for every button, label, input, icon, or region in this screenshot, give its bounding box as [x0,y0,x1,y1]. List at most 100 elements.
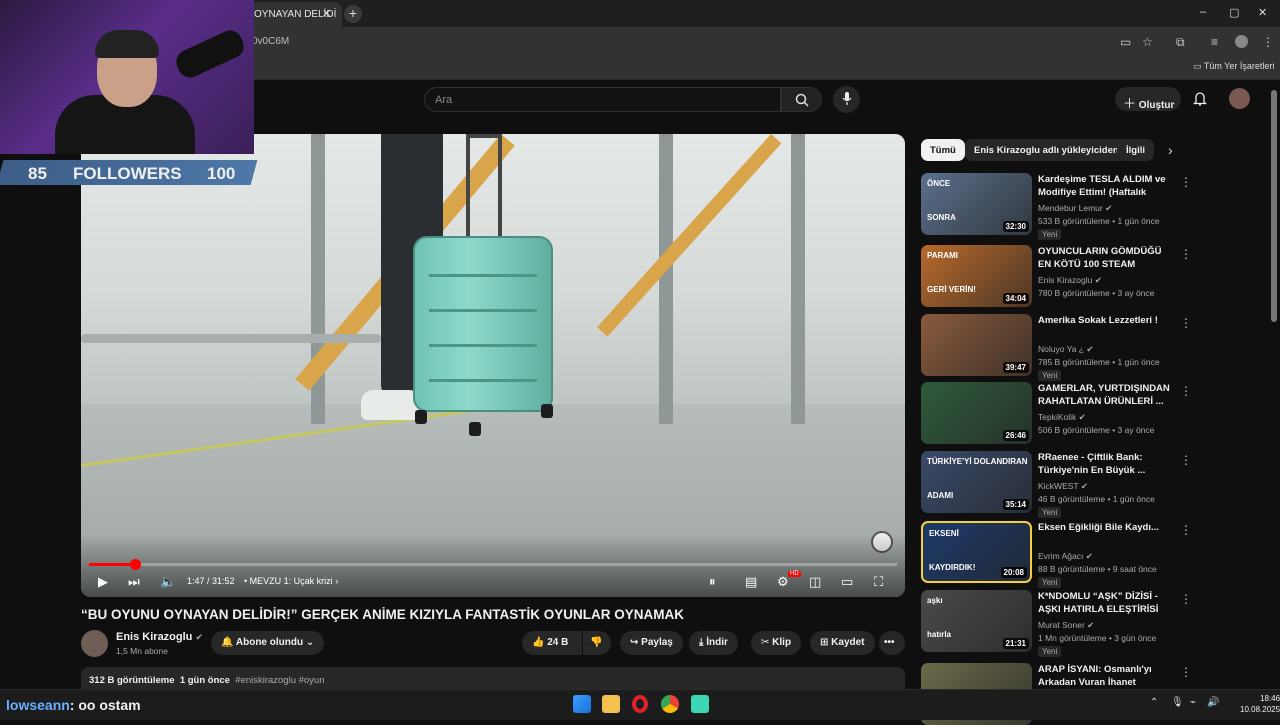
minimize-button[interactable]: – [1200,6,1206,18]
video-title-link[interactable]: ARAP İSYANI: Osmanlı'yı Arkadan Vuran İh… [1038,663,1172,689]
video-title-link[interactable]: GAMERLAR, YURTDIŞINDAN RAHATLATAN ÜRÜNLE… [1038,382,1172,408]
video-thumbnail[interactable]: 26:46 [921,382,1032,444]
chip-from-uploader[interactable]: Enis Kirazoglu adlı yükleyiciden [965,139,1128,161]
save-button[interactable]: ⊞ Kaydet [810,631,875,655]
new-tab-button[interactable]: + [344,5,362,23]
video-menu-button[interactable]: ⋮ [1180,384,1192,398]
video-menu-button[interactable]: ⋮ [1180,523,1192,537]
play-button[interactable]: ▶ [98,574,108,590]
settings-button[interactable]: ⚙ [777,574,789,590]
video-title-link[interactable]: Kardeşime TESLA ALDIM ve Modifiye Ettim!… [1038,173,1172,199]
kebab-icon: ⋮ [1180,665,1192,679]
share-button[interactable]: ↪ Paylaş [620,631,683,655]
windows-start-icon[interactable] [573,695,591,713]
video-title-link[interactable]: K*NDOMLU “AŞK” DİZİSİ - AŞKI HATIRLA ELE… [1038,590,1172,616]
thumbnail-text: ADAMI [927,491,954,500]
channel-name[interactable]: Enis Kirazoglu ✔ [116,631,203,643]
chip-all[interactable]: Tümü [921,139,965,161]
video-menu-button[interactable]: ⋮ [1180,316,1192,330]
video-channel[interactable]: Evrim Ağacı ✔ [1038,551,1093,562]
video-channel-name: Noluyo Ya ¿ [1038,344,1084,354]
stream-chat-message: lowseann: oo ostam [6,697,141,713]
video-menu-button[interactable]: ⋮ [1180,665,1192,679]
opera-icon[interactable] [632,695,648,713]
taskbar-clock[interactable]: 18:46 10.08.2025 [1240,693,1280,715]
description-meta: 312 B görüntüleme 1 gün önce #eniskirazo… [89,675,325,686]
download-button[interactable]: ⤓ İndir [689,631,738,655]
browser-menu-icon[interactable]: ⋮ [1262,35,1274,49]
video-thumbnail[interactable]: TÜRKİYE'Yİ DOLANDIRAN ADAMI 35:14 [921,451,1032,513]
account-avatar[interactable] [1229,88,1250,109]
reading-list-icon[interactable]: ≡ [1211,35,1218,49]
volume-tray-icon[interactable]: 🔊 [1207,697,1219,708]
video-title-link[interactable]: Amerika Sokak Lezzetleri ! [1038,314,1172,327]
video-channel[interactable]: Murat Soner ✔ [1038,620,1094,631]
video-thumbnail[interactable]: ÖNCE SONRA 32:30 [921,173,1032,235]
video-title-link[interactable]: Eksen Eğikliği Bile Kaydı... [1038,521,1172,534]
chip-related[interactable]: İlgili [1117,139,1154,161]
video-thumbnail[interactable]: EKSENİ KAYDIRDIK! 20:08 [921,521,1032,583]
voice-search-button[interactable] [833,86,860,113]
tray-mic-icon[interactable]: 🎙 [1171,697,1184,708]
dislike-button[interactable]: 👎 [583,631,611,655]
video-menu-button[interactable]: ⋮ [1180,175,1192,189]
video-channel[interactable]: Mendebur Lemur ✔ [1038,203,1112,214]
create-button[interactable]: ＋ Oluştur [1115,87,1181,111]
bookmark-star-icon[interactable]: ☆ [1142,35,1153,49]
video-thumbnail[interactable]: PARAMI GERİ VERİN! 34:04 [921,245,1032,307]
video-menu-button[interactable]: ⋮ [1180,247,1192,261]
volume-button[interactable]: 🔈 [160,574,176,590]
channel-name-text: Enis Kirazoglu [116,631,193,643]
tray-chevron-icon[interactable]: ⌃ [1150,697,1158,708]
video-channel[interactable]: KickWEST ✔ [1038,481,1088,492]
maximize-button[interactable]: ▢ [1229,6,1239,19]
channel-avatar[interactable] [81,630,108,657]
theater-icon: ▭ [841,574,854,589]
app-icon[interactable] [691,695,709,713]
clip-button[interactable]: ✂ Klip [751,631,802,655]
extensions-icon[interactable]: ⧉ [1176,35,1185,50]
fullscreen-button[interactable]: ⛶ [874,574,883,590]
chrome-icon[interactable] [661,695,679,713]
all-bookmarks[interactable]: ▭ Tüm Yer İşaretleri [1193,61,1274,72]
chapter-title[interactable]: • MEVZU 1: Uçak krizi › [244,576,338,586]
video-title-link[interactable]: OYUNCULARIN GÖMDÜĞÜ EN KÖTÜ 100 STEAM OY… [1038,245,1172,271]
miniplayer-button[interactable]: ◫ [809,574,821,590]
like-button[interactable]: 👍 24 B [522,631,582,655]
notifications-button[interactable] [1192,91,1208,111]
video-thumbnail[interactable]: 39:47 [921,314,1032,376]
video-thumbnail[interactable]: aşkı hatırla 21:31 [921,590,1032,652]
network-icon[interactable]: ⌁ [1190,697,1196,708]
video-menu-button[interactable]: ⋮ [1180,453,1192,467]
subtitles-button[interactable]: ▤ [745,574,757,590]
video-title: “BU OYUNU OYNAYAN DELİDİR!” GERÇEK ANİME… [81,607,685,622]
video-player[interactable]: ▶ ⏭ 🔈 1:47 / 31:52 • MEVZU 1: Uçak krizi… [81,134,905,597]
autoplay-toggle[interactable]: ⏸ [709,574,716,590]
close-window-button[interactable]: ✕ [1258,6,1267,19]
progress-scrubber[interactable] [130,559,142,570]
video-channel[interactable]: Enis Kirazoglu ✔ [1038,275,1102,286]
next-button[interactable]: ⏭ [128,574,140,590]
theater-button[interactable]: ▭ [841,574,853,590]
profile-icon[interactable] [1235,35,1248,48]
miniplayer-icon: ◫ [809,574,822,589]
progress-bar[interactable] [89,563,897,566]
hashtags[interactable]: #eniskirazoglu #oyun [235,675,324,686]
url-text[interactable]: 0v0C6M [252,36,289,47]
plus-icon: ＋ [1123,96,1137,111]
cast-icon[interactable]: ▭ [1120,35,1131,49]
video-channel[interactable]: TepkiKolik ✔ [1038,412,1086,423]
video-title-link[interactable]: RRaenee - Çiftlik Bank: Türkiye'nin En B… [1038,451,1172,477]
subscribed-button[interactable]: 🔔 Abone olundu ⌄ [211,631,325,655]
thumbnail-text: PARAMI [927,251,958,260]
video-menu-button[interactable]: ⋮ [1180,592,1192,606]
video-channel[interactable]: Noluyo Ya ¿ ✔ [1038,344,1094,355]
chevron-right-icon[interactable]: › [1168,142,1173,158]
tab-close-icon[interactable]: ✕ [322,7,331,20]
file-explorer-icon[interactable] [602,695,620,713]
page-scrollbar[interactable] [1271,90,1277,322]
search-button[interactable] [781,87,822,112]
more-actions-button[interactable]: ••• [879,631,905,655]
search-input[interactable]: Ara [424,87,781,112]
clock-time: 18:46 [1260,694,1280,703]
